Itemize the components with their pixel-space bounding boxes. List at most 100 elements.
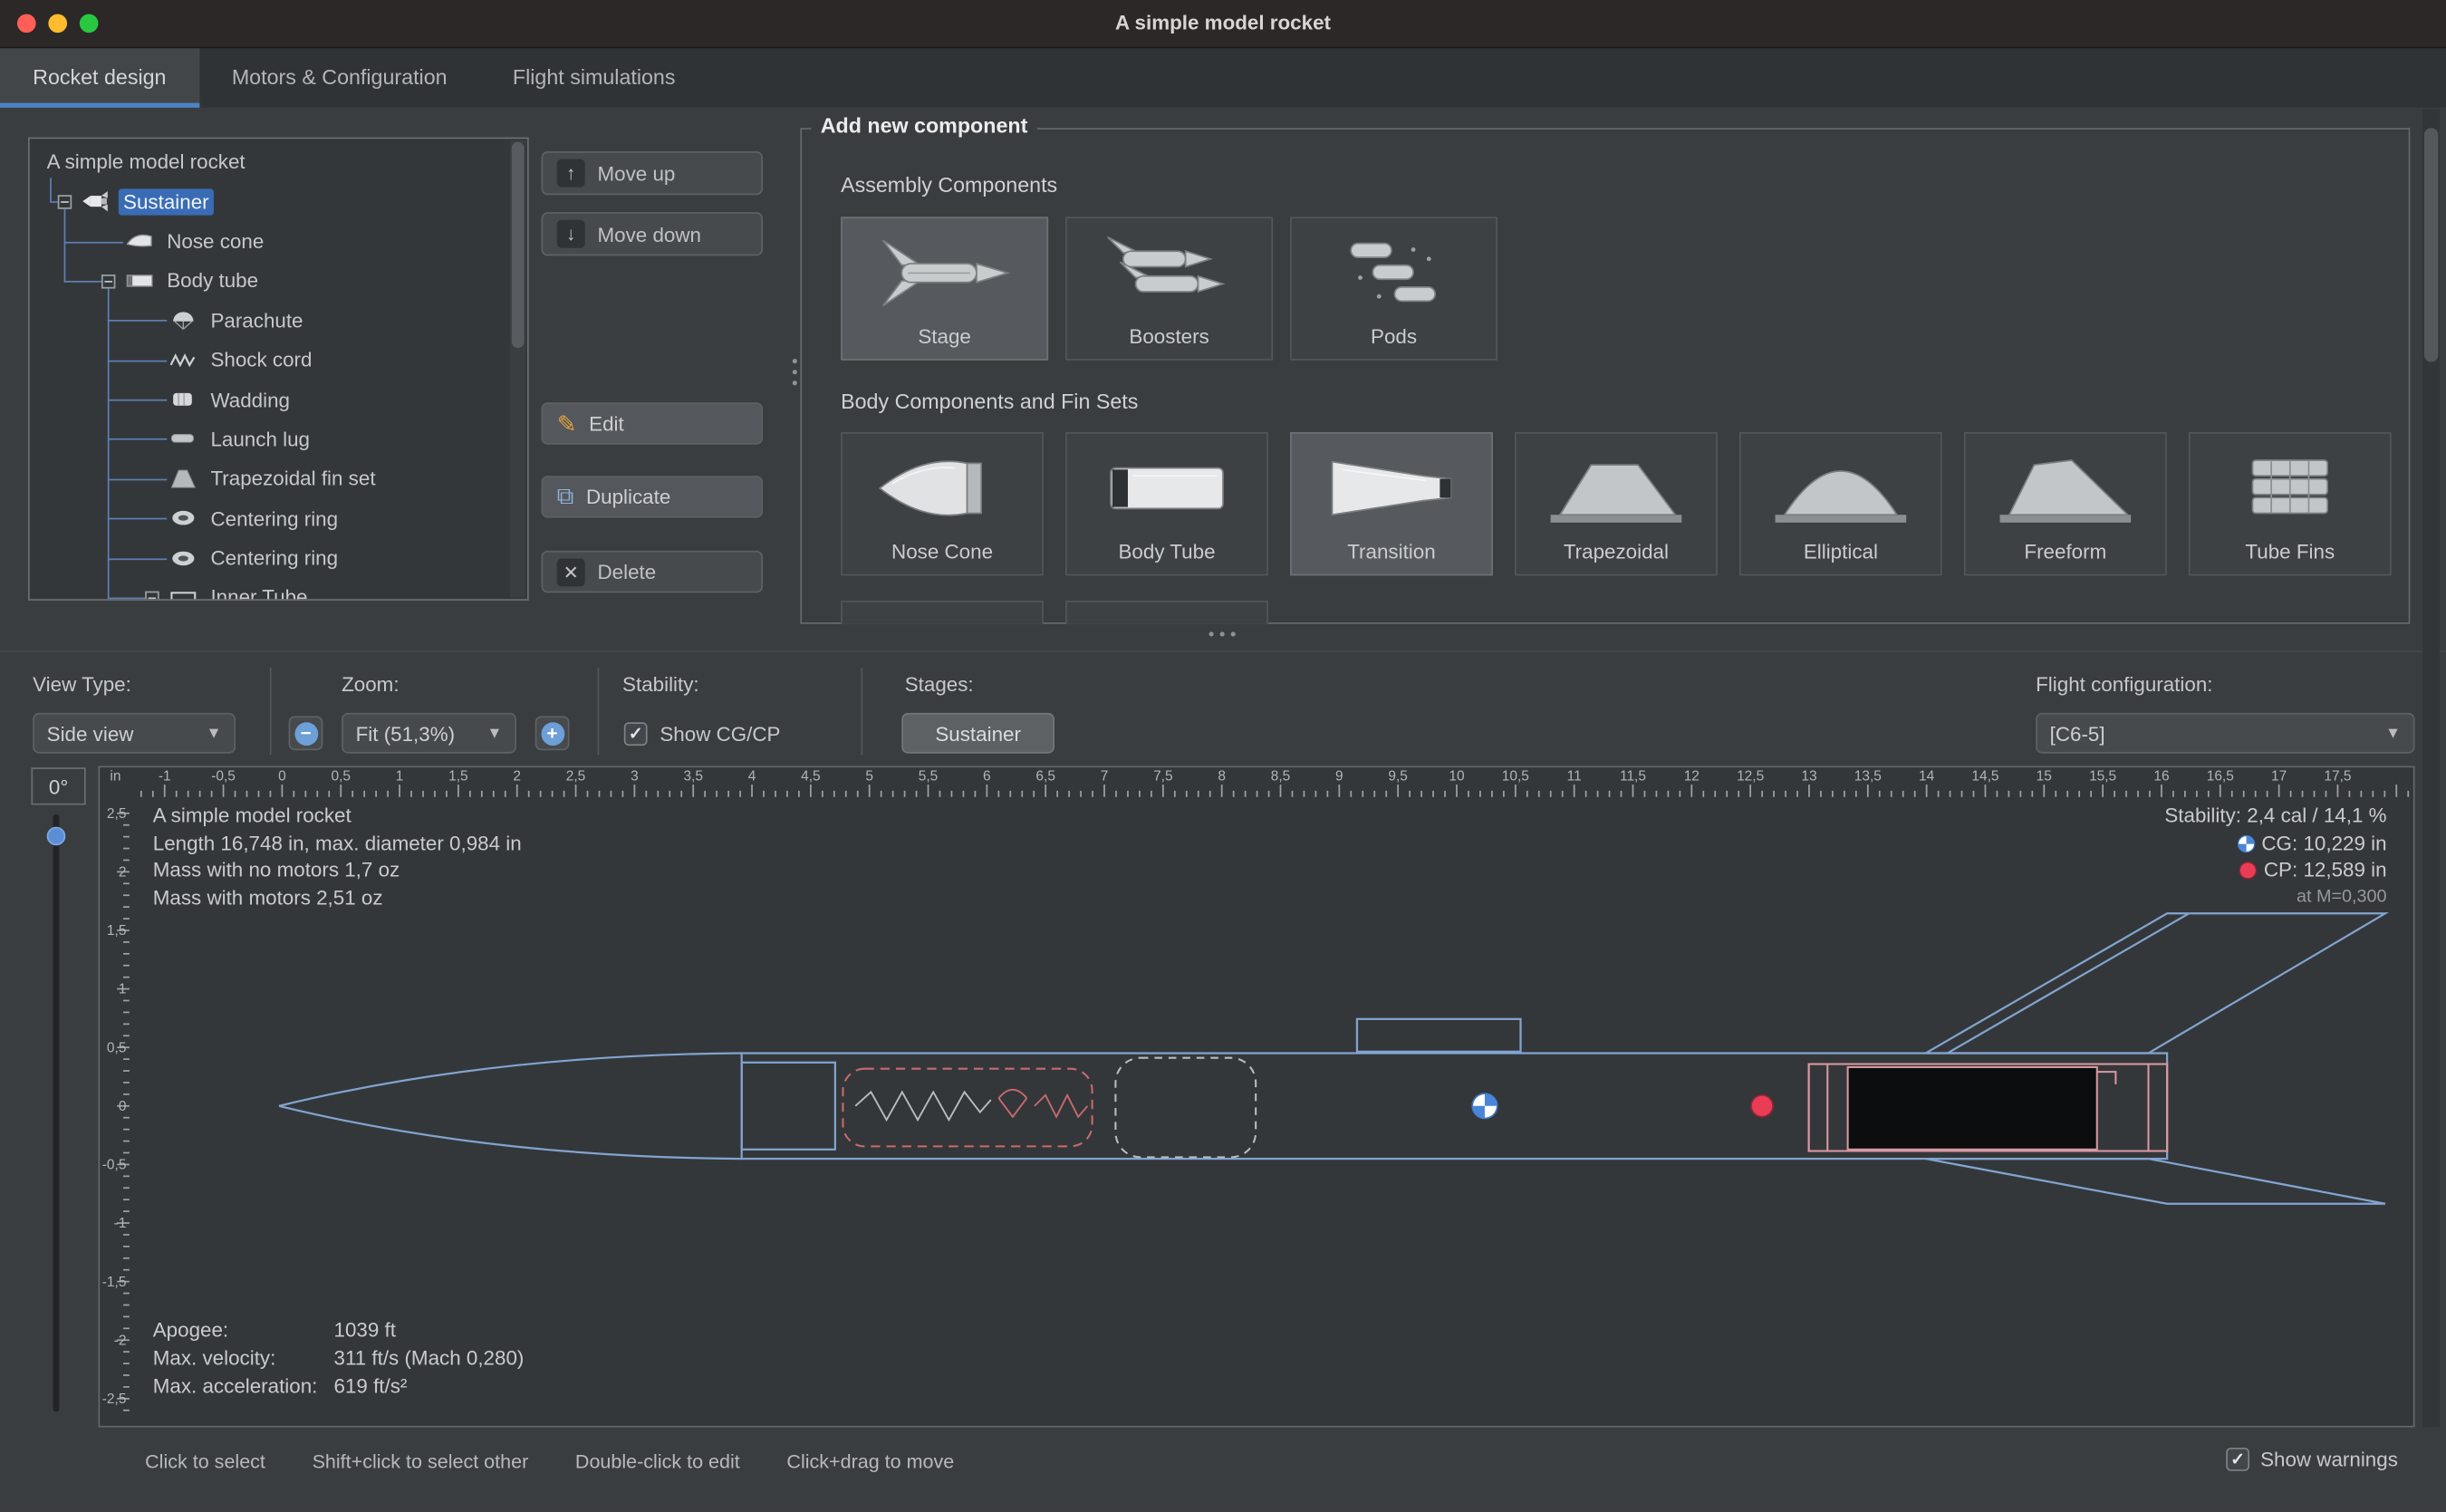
component-button-transition[interactable]: Transition	[1290, 432, 1493, 575]
tree-item-label[interactable]: Wadding	[206, 386, 294, 412]
title-bar: A simple model rocket	[0, 0, 2446, 48]
component-button-freeform[interactable]: Freeform	[1964, 432, 2167, 575]
component-button-pods[interactable]: Pods	[1290, 217, 1497, 360]
component-tree[interactable]: A simple model rocket Sustainer Nose con…	[28, 138, 529, 601]
flight-configuration-label: Flight configuration:	[2036, 672, 2212, 696]
component-button-tube-fins[interactable]: Tube Fins	[2189, 432, 2392, 575]
tree-item-label[interactable]: Body tube	[162, 267, 263, 294]
shock-cord-red-line	[1035, 1095, 1087, 1117]
svg-text:7: 7	[1101, 769, 1109, 785]
move-down-button[interactable]: ↓ Move down	[542, 212, 764, 255]
zoom-out-button[interactable]: −	[289, 716, 323, 750]
flight-stats-block: Apogee:1039 ft Max. velocity:311 ft/s (M…	[153, 1316, 525, 1401]
show-cgcp-checkbox[interactable]: ✓	[624, 721, 648, 745]
component-button-cutoff[interactable]	[841, 601, 1044, 624]
tree-row-shock-cord[interactable]: Shock cord	[30, 340, 509, 380]
duplicate-button[interactable]: ⧉ Duplicate	[542, 476, 764, 517]
tree-row-launch-lug[interactable]: Launch lug	[30, 419, 509, 459]
tree-item-label[interactable]: Inner Tube	[206, 584, 312, 601]
zoom-in-button[interactable]: +	[535, 716, 570, 750]
component-button-nose-cone[interactable]: Nose Cone	[841, 432, 1044, 575]
tube-fins-icon	[2191, 446, 2390, 530]
delete-button[interactable]: ✕ Delete	[542, 551, 764, 592]
stability-caption: Stability:	[2164, 804, 2241, 827]
component-button-label: Elliptical	[1804, 540, 1878, 563]
tree-item-label[interactable]: Shock cord	[206, 347, 316, 373]
vertical-scrollbar-thumb[interactable]	[2424, 128, 2438, 361]
splitter-handle[interactable]	[1231, 631, 1236, 636]
component-button-stage[interactable]: Stage	[841, 217, 1048, 360]
component-button-trapezoidal[interactable]: Trapezoidal	[1515, 432, 1718, 575]
tree-item-label[interactable]: Parachute	[206, 307, 307, 333]
rocket-mass-empty-text: Mass with no motors 1,7 oz	[153, 856, 522, 883]
show-warnings-control[interactable]: ✓ Show warnings	[2226, 1448, 2398, 1471]
arrow-up-icon: ↑	[557, 159, 585, 188]
delete-x-icon: ✕	[557, 558, 585, 586]
body-tube-icon	[126, 270, 152, 292]
splitter-handle[interactable]	[793, 380, 797, 385]
rotation-slider-track[interactable]	[53, 814, 60, 1412]
component-button-elliptical[interactable]: Elliptical	[1739, 432, 1942, 575]
collapse-handle-body-tube[interactable]	[101, 274, 115, 288]
collapse-handle-sustainer[interactable]	[58, 195, 72, 208]
zoom-select[interactable]: Fit (51,3%) ▼	[342, 713, 516, 754]
tab-flight-simulations[interactable]: Flight simulations	[480, 48, 708, 107]
splitter-handle[interactable]	[1220, 631, 1225, 636]
tree-item-label[interactable]: A simple model rocket	[42, 149, 249, 175]
parachute-symbol	[998, 1090, 1026, 1117]
svg-text:-0,5: -0,5	[102, 1158, 127, 1173]
chevron-down-icon: ▼	[486, 725, 502, 742]
rocket-canvas[interactable]: -1-0,500,511,522,533,544,555,566,577,588…	[98, 766, 2414, 1427]
tab-motors-configuration[interactable]: Motors & Configuration	[199, 48, 480, 107]
vertical-scrollbar[interactable]	[2422, 110, 2440, 1428]
tree-row-centering-ring-2[interactable]: Centering ring	[30, 538, 509, 578]
tree-item-label[interactable]: Centering ring	[206, 505, 342, 531]
tree-row-sustainer[interactable]: Sustainer	[30, 181, 509, 221]
tree-scrollbar-thumb[interactable]	[512, 142, 525, 348]
svg-text:10,5: 10,5	[1502, 769, 1529, 785]
tree-item-label[interactable]: Centering ring	[206, 544, 342, 571]
tree-row-wadding[interactable]: Wadding	[30, 380, 509, 419]
tree-row-inner-tube[interactable]: Inner Tube	[30, 578, 509, 601]
component-button-label: Body Tube	[1118, 540, 1215, 563]
svg-text:13,5: 13,5	[1854, 769, 1882, 785]
move-up-button[interactable]: ↑ Move up	[542, 151, 764, 195]
svg-text:13: 13	[1801, 769, 1816, 785]
flight-configuration-select[interactable]: [C6-5] ▼	[2036, 713, 2414, 754]
show-cgcp-control[interactable]: ✓ Show CG/CP	[624, 713, 781, 754]
cg-icon	[2237, 833, 2256, 852]
tree-row-trapezoidal-fin-set[interactable]: Trapezoidal fin set	[30, 458, 509, 498]
stage-toggle-sustainer[interactable]: Sustainer	[901, 713, 1054, 754]
splitter-handle[interactable]	[793, 370, 797, 374]
tree-item-label[interactable]: Launch lug	[206, 426, 314, 452]
show-cgcp-label: Show CG/CP	[660, 721, 780, 745]
component-button-boosters[interactable]: Boosters	[1065, 217, 1273, 360]
view-type-select[interactable]: Side view ▼	[33, 713, 236, 754]
tree-item-label[interactable]: Trapezoidal fin set	[206, 466, 380, 492]
component-button-label: Freeform	[2024, 540, 2106, 563]
rotation-slider-thumb[interactable]	[47, 827, 66, 846]
show-warnings-checkbox[interactable]: ✓	[2226, 1448, 2249, 1471]
splitter-handle[interactable]	[1209, 631, 1214, 636]
svg-text:1: 1	[119, 982, 127, 997]
edit-button[interactable]: ✎ Edit	[542, 402, 764, 444]
trapezoidal-fin-icon	[1517, 446, 1716, 530]
shock-cord-icon	[170, 349, 197, 371]
tree-row-nose-cone[interactable]: Nose cone	[30, 221, 509, 261]
nose-cone-icon	[843, 446, 1042, 530]
component-button-body-tube[interactable]: Body Tube	[1065, 432, 1268, 575]
tab-rocket-design[interactable]: Rocket design	[0, 48, 199, 107]
minus-icon: −	[294, 721, 318, 745]
splitter-handle[interactable]	[793, 359, 797, 363]
zoom-label: Zoom:	[342, 672, 399, 696]
tree-item-label-selected[interactable]: Sustainer	[119, 188, 214, 215]
svg-text:10: 10	[1449, 769, 1464, 785]
rotation-angle-box[interactable]: 0°	[31, 767, 85, 804]
component-button-cutoff[interactable]	[1065, 601, 1268, 624]
collapse-handle-inner-tube[interactable]	[145, 592, 159, 601]
tree-row-rocket-root[interactable]: A simple model rocket	[30, 142, 509, 182]
tree-item-label[interactable]: Nose cone	[162, 227, 268, 254]
tree-row-parachute[interactable]: Parachute	[30, 301, 509, 341]
tree-row-centering-ring-1[interactable]: Centering ring	[30, 498, 509, 538]
tree-scrollbar[interactable]	[510, 140, 525, 598]
